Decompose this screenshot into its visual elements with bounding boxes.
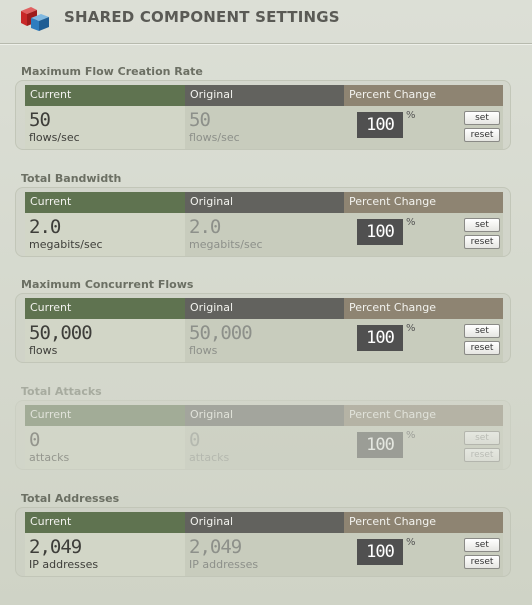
percent-change-input[interactable]: 100 <box>357 112 403 138</box>
current-unit: IP addresses <box>29 558 99 571</box>
reset-button: reset <box>464 448 500 462</box>
percent-change-input: 100 <box>357 432 403 458</box>
percent-sign: % <box>406 430 416 441</box>
column-header-current: Current <box>25 298 185 319</box>
current-value: 50,000 <box>29 322 93 344</box>
column-header-current: Current <box>25 405 185 426</box>
settings-panel: Current Original Percent Change 50 flows… <box>15 80 511 150</box>
reset-button[interactable]: reset <box>464 128 500 142</box>
current-cell: 0 attacks <box>25 426 185 469</box>
page-title: SHARED COMPONENT SETTINGS <box>64 8 340 26</box>
set-button[interactable]: set <box>464 324 500 338</box>
column-header-percent-change: Percent Change <box>344 85 503 106</box>
settings-panel: Current Original Percent Change 0 attack… <box>15 400 511 470</box>
current-unit: flows/sec <box>29 131 80 144</box>
current-unit: attacks <box>29 451 70 464</box>
settings-grid: Current Original Percent Change 2,049 IP… <box>25 512 503 576</box>
original-value: 0 <box>189 429 200 451</box>
original-unit: megabits/sec <box>189 238 263 251</box>
column-header-percent-change: Percent Change <box>344 512 503 533</box>
original-value: 2.0 <box>189 216 221 238</box>
column-header-percent-change: Percent Change <box>344 192 503 213</box>
section-title: Maximum Flow Creation Rate <box>21 65 203 78</box>
settings-panel: Current Original Percent Change 2.0 mega… <box>15 187 511 257</box>
settings-panel: Current Original Percent Change 2,049 IP… <box>15 507 511 577</box>
column-header-original: Original <box>185 85 344 106</box>
original-cell: 50,000 flows <box>185 319 344 362</box>
set-button[interactable]: set <box>464 538 500 552</box>
percent-sign: % <box>406 323 416 334</box>
reset-button[interactable]: reset <box>464 235 500 249</box>
set-button[interactable]: set <box>464 111 500 125</box>
cube-logo-icon <box>21 7 49 31</box>
set-button[interactable]: set <box>464 218 500 232</box>
current-value: 50 <box>29 109 51 131</box>
section-title: Total Bandwidth <box>21 172 122 185</box>
current-value: 2.0 <box>29 216 61 238</box>
percent-sign: % <box>406 537 416 548</box>
percent-sign: % <box>406 217 416 228</box>
section-title: Total Attacks <box>21 385 102 398</box>
column-header-current: Current <box>25 192 185 213</box>
set-button: set <box>464 431 500 445</box>
column-header-current: Current <box>25 85 185 106</box>
column-header-original: Original <box>185 512 344 533</box>
reset-button[interactable]: reset <box>464 555 500 569</box>
percent-cell: 100 % set reset <box>344 533 503 576</box>
original-unit: IP addresses <box>189 558 259 571</box>
section-title: Total Addresses <box>21 492 120 505</box>
reset-button[interactable]: reset <box>464 341 500 355</box>
column-header-percent-change: Percent Change <box>344 405 503 426</box>
page-header: SHARED COMPONENT SETTINGS <box>0 0 532 44</box>
original-cell: 0 attacks <box>185 426 344 469</box>
percent-cell: 100 % set reset <box>344 213 503 256</box>
column-header-original: Original <box>185 405 344 426</box>
current-unit: megabits/sec <box>29 238 103 251</box>
original-unit: flows <box>189 344 218 357</box>
percent-change-input[interactable]: 100 <box>357 325 403 351</box>
original-cell: 2.0 megabits/sec <box>185 213 344 256</box>
settings-grid: Current Original Percent Change 0 attack… <box>25 405 503 469</box>
percent-sign: % <box>406 110 416 121</box>
original-cell: 50 flows/sec <box>185 106 344 149</box>
current-cell: 2.0 megabits/sec <box>25 213 185 256</box>
current-cell: 2,049 IP addresses <box>25 533 185 576</box>
column-header-original: Original <box>185 192 344 213</box>
original-value: 50,000 <box>189 322 253 344</box>
current-value: 2,049 <box>29 536 82 558</box>
percent-cell: 100 % set reset <box>344 426 503 469</box>
percent-change-input[interactable]: 100 <box>357 539 403 565</box>
current-cell: 50,000 flows <box>25 319 185 362</box>
section-title: Maximum Concurrent Flows <box>21 278 194 291</box>
settings-grid: Current Original Percent Change 50 flows… <box>25 85 503 149</box>
column-header-percent-change: Percent Change <box>344 298 503 319</box>
settings-grid: Current Original Percent Change 2.0 mega… <box>25 192 503 256</box>
percent-change-input[interactable]: 100 <box>357 219 403 245</box>
original-cell: 2,049 IP addresses <box>185 533 344 576</box>
settings-grid: Current Original Percent Change 50,000 f… <box>25 298 503 362</box>
percent-cell: 100 % set reset <box>344 106 503 149</box>
column-header-original: Original <box>185 298 344 319</box>
current-value: 0 <box>29 429 40 451</box>
original-unit: attacks <box>189 451 230 464</box>
settings-panel: Current Original Percent Change 50,000 f… <box>15 293 511 363</box>
current-unit: flows <box>29 344 58 357</box>
current-cell: 50 flows/sec <box>25 106 185 149</box>
column-header-current: Current <box>25 512 185 533</box>
percent-cell: 100 % set reset <box>344 319 503 362</box>
original-value: 2,049 <box>189 536 242 558</box>
original-value: 50 <box>189 109 211 131</box>
original-unit: flows/sec <box>189 131 240 144</box>
